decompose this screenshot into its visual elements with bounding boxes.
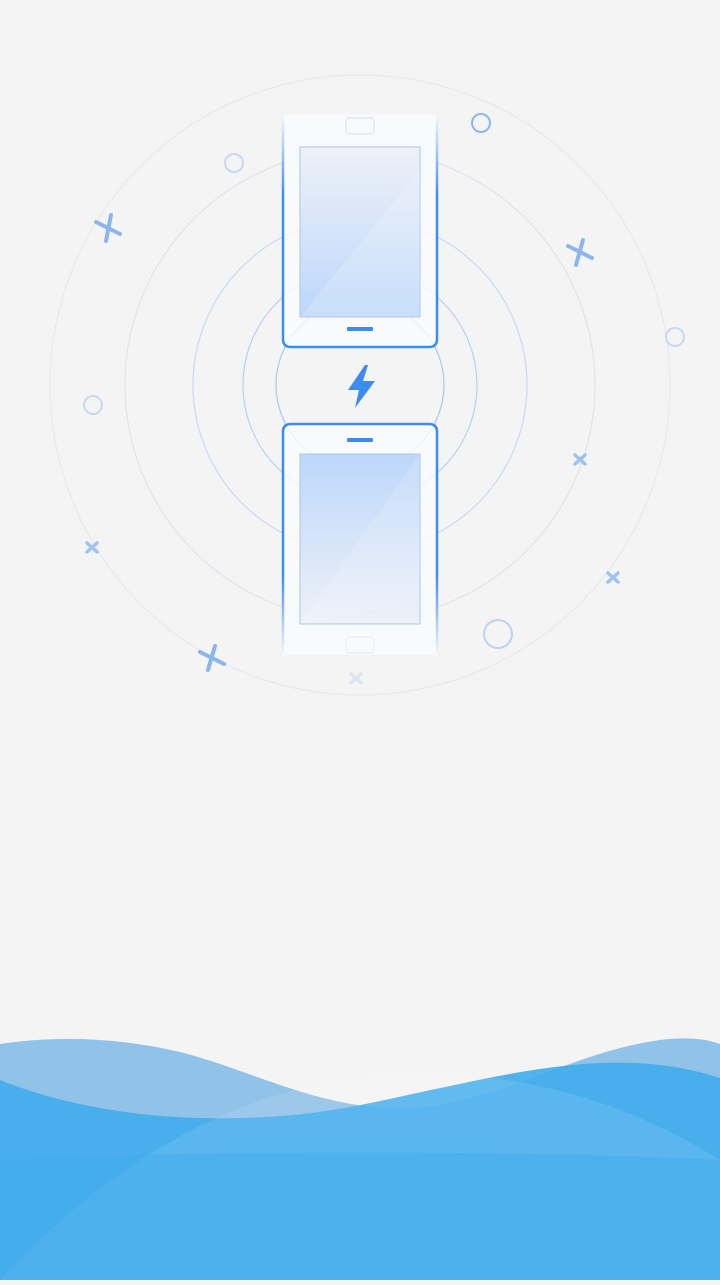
circle-outline-icon: [83, 395, 103, 415]
small-x-mark-icon: [349, 672, 363, 685]
x-mark-icon: [94, 213, 122, 243]
top-phone-home-bar: [347, 327, 373, 331]
lightning-bolt-icon: [348, 365, 375, 408]
bottom-phone: [281, 422, 439, 655]
small-x-mark-icon: [606, 571, 620, 584]
bottom-phone-home-bar: [347, 438, 373, 442]
circle-outline-icon: [471, 113, 491, 133]
circle-outline-icon: [665, 327, 685, 347]
circle-outline-icon: [224, 153, 244, 173]
x-mark-icon: [198, 644, 226, 672]
x-mark-icon: [566, 238, 594, 267]
top-phone: [281, 115, 439, 349]
circle-outline-icon: [483, 619, 513, 649]
footer-wave: [0, 1000, 720, 1280]
